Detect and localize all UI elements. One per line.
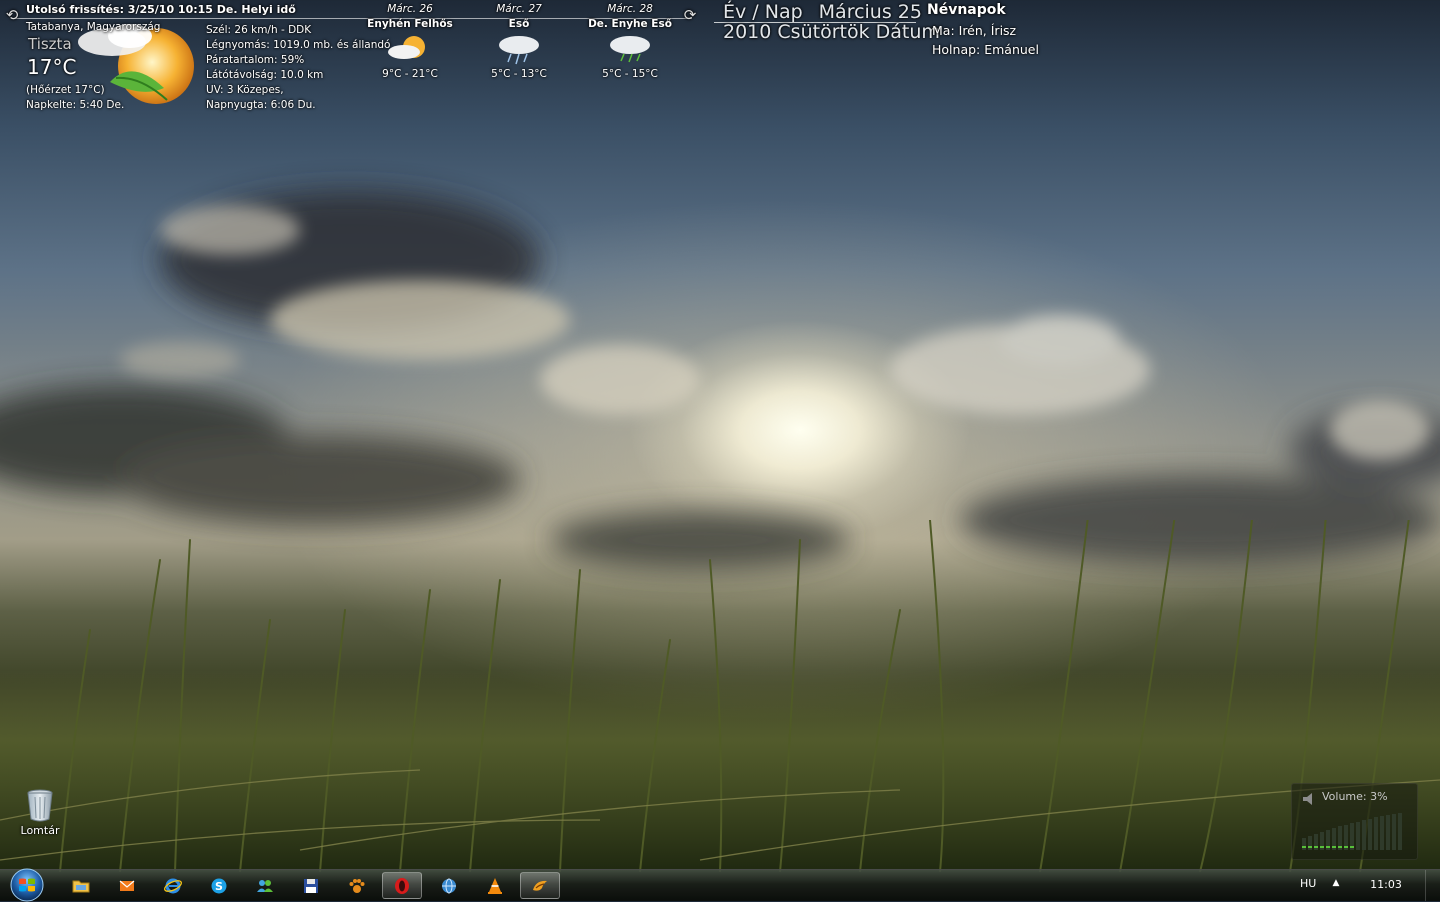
forecast-day-2: Márc. 27 Eső 5°C - 13°C bbox=[464, 3, 574, 80]
forecast-day-3: Márc. 28 De. Enyhe Eső 5°C - 15°C bbox=[575, 3, 685, 80]
opera-icon bbox=[395, 877, 409, 894]
namedays-tomorrow: Holnap: Emánuel bbox=[932, 42, 1039, 57]
speaker-icon bbox=[1303, 793, 1312, 805]
recycle-bin-icon bbox=[27, 789, 53, 822]
month-day: Március 25 bbox=[818, 1, 922, 23]
floppy-icon bbox=[304, 878, 318, 893]
namedays-today: Ma: Irén, Írisz bbox=[932, 23, 1017, 38]
taskbar-item-skype[interactable]: S bbox=[199, 872, 239, 899]
ie-icon bbox=[164, 878, 182, 893]
weather-sunset: Napnyugta: 6:06 Du. bbox=[206, 99, 316, 111]
year-day-label: Év / Nap bbox=[723, 1, 803, 23]
wallpaper-grass bbox=[0, 520, 1440, 872]
wallpaper-clouds bbox=[0, 190, 1440, 570]
paw-icon bbox=[349, 878, 365, 893]
partly-cloudy-icon bbox=[388, 36, 425, 59]
messenger-icon bbox=[257, 879, 273, 892]
date-row-bottom: 2010 Csütörtök Dátum bbox=[723, 21, 940, 43]
taskbar-item-icq[interactable] bbox=[429, 872, 469, 899]
volume-level-meter bbox=[1302, 813, 1402, 850]
taskbar: S HU ▲ 11:03 bbox=[0, 868, 1440, 902]
forecast-day-1-date: Márc. 26 bbox=[387, 3, 433, 15]
taskbar-item-messenger[interactable] bbox=[245, 872, 285, 899]
date-gadget: Év / Nap Március 25 2010 Csütörtök Dátum bbox=[714, 0, 940, 46]
skype-icon: S bbox=[211, 878, 227, 893]
mail-icon bbox=[119, 880, 135, 891]
forecast-day-1: Márc. 26 Enyhén Felhős 9°C - 21°C bbox=[355, 3, 465, 80]
weather-sunrise: Napkelte: 5:40 De. bbox=[26, 99, 125, 111]
forecast-day-3-desc: De. Enyhe Eső bbox=[588, 18, 672, 30]
taskbar-item-gadget[interactable] bbox=[337, 872, 377, 899]
forecast-day-2-range: 5°C - 13°C bbox=[491, 68, 547, 80]
forecast-day-3-date: Márc. 28 bbox=[607, 3, 653, 15]
taskbar-clock[interactable]: 11:03 bbox=[1364, 878, 1408, 891]
forecast-day-2-date: Márc. 27 bbox=[496, 3, 542, 15]
forecast-day-3-range: 5°C - 15°C bbox=[602, 68, 658, 80]
volume-gadget[interactable]: Volume: 3% bbox=[1291, 783, 1418, 860]
winamp-icon bbox=[533, 880, 547, 891]
weekday: Csütörtök bbox=[777, 21, 870, 43]
show-hidden-icons-arrow-icon[interactable]: ▲ bbox=[1330, 878, 1342, 888]
year: 2010 bbox=[723, 21, 772, 43]
taskbar-item-explorer[interactable] bbox=[61, 872, 101, 899]
namedays-title: Névnapok bbox=[927, 2, 1006, 18]
taskbar-item-mail[interactable] bbox=[107, 872, 147, 899]
folder-icon bbox=[72, 880, 90, 892]
taskbar-item-save[interactable] bbox=[291, 872, 331, 899]
recycle-bin-label: Lomtár bbox=[20, 824, 60, 837]
rain-icon bbox=[499, 36, 539, 65]
date-row-top: Év / Nap Március 25 bbox=[723, 1, 922, 23]
language-indicator[interactable]: HU bbox=[1300, 877, 1316, 890]
recycle-bin-shortcut[interactable]: Lomtár bbox=[12, 788, 68, 837]
taskbar-item-opera[interactable] bbox=[382, 872, 422, 899]
taskbar-item-vlc[interactable] bbox=[475, 872, 515, 899]
namedays-gadget: Névnapok Ma: Irén, Írisz Holnap: Emánuel bbox=[926, 0, 1066, 60]
weather-uv: UV: 3 Közepes, bbox=[206, 84, 284, 96]
volume-label: Volume: 3% bbox=[1322, 790, 1388, 803]
globe-icon bbox=[442, 878, 456, 893]
weather-last-updated: Utolsó frissítés: 3/25/10 10:15 De. Hely… bbox=[26, 3, 296, 16]
taskbar-item-internet-explorer[interactable] bbox=[153, 872, 193, 899]
weather-prev-arrow-icon[interactable]: ⟲ bbox=[4, 7, 20, 23]
forecast-day-1-range: 9°C - 21°C bbox=[382, 68, 438, 80]
weather-gadget: ⟲ ⟳ Utolsó frissítés: 3/25/10 10:15 De. … bbox=[0, 0, 712, 115]
weather-condition: Tiszta bbox=[28, 35, 72, 53]
forecast-day-1-desc: Enyhén Felhős bbox=[367, 18, 453, 30]
weather-location: Tatabanya, Magyarország bbox=[26, 21, 161, 33]
show-desktop-button[interactable] bbox=[1425, 870, 1440, 901]
weather-feels-like: (Hőérzet 17°C) bbox=[26, 84, 105, 96]
weather-temperature: 17°C bbox=[27, 55, 77, 79]
start-button[interactable] bbox=[7, 868, 47, 902]
taskbar-item-winamp[interactable] bbox=[520, 872, 560, 899]
light-rain-icon bbox=[610, 36, 650, 63]
svg-text:S: S bbox=[215, 880, 223, 893]
vlc-cone-icon bbox=[488, 877, 502, 894]
forecast-day-2-desc: Eső bbox=[508, 18, 530, 30]
